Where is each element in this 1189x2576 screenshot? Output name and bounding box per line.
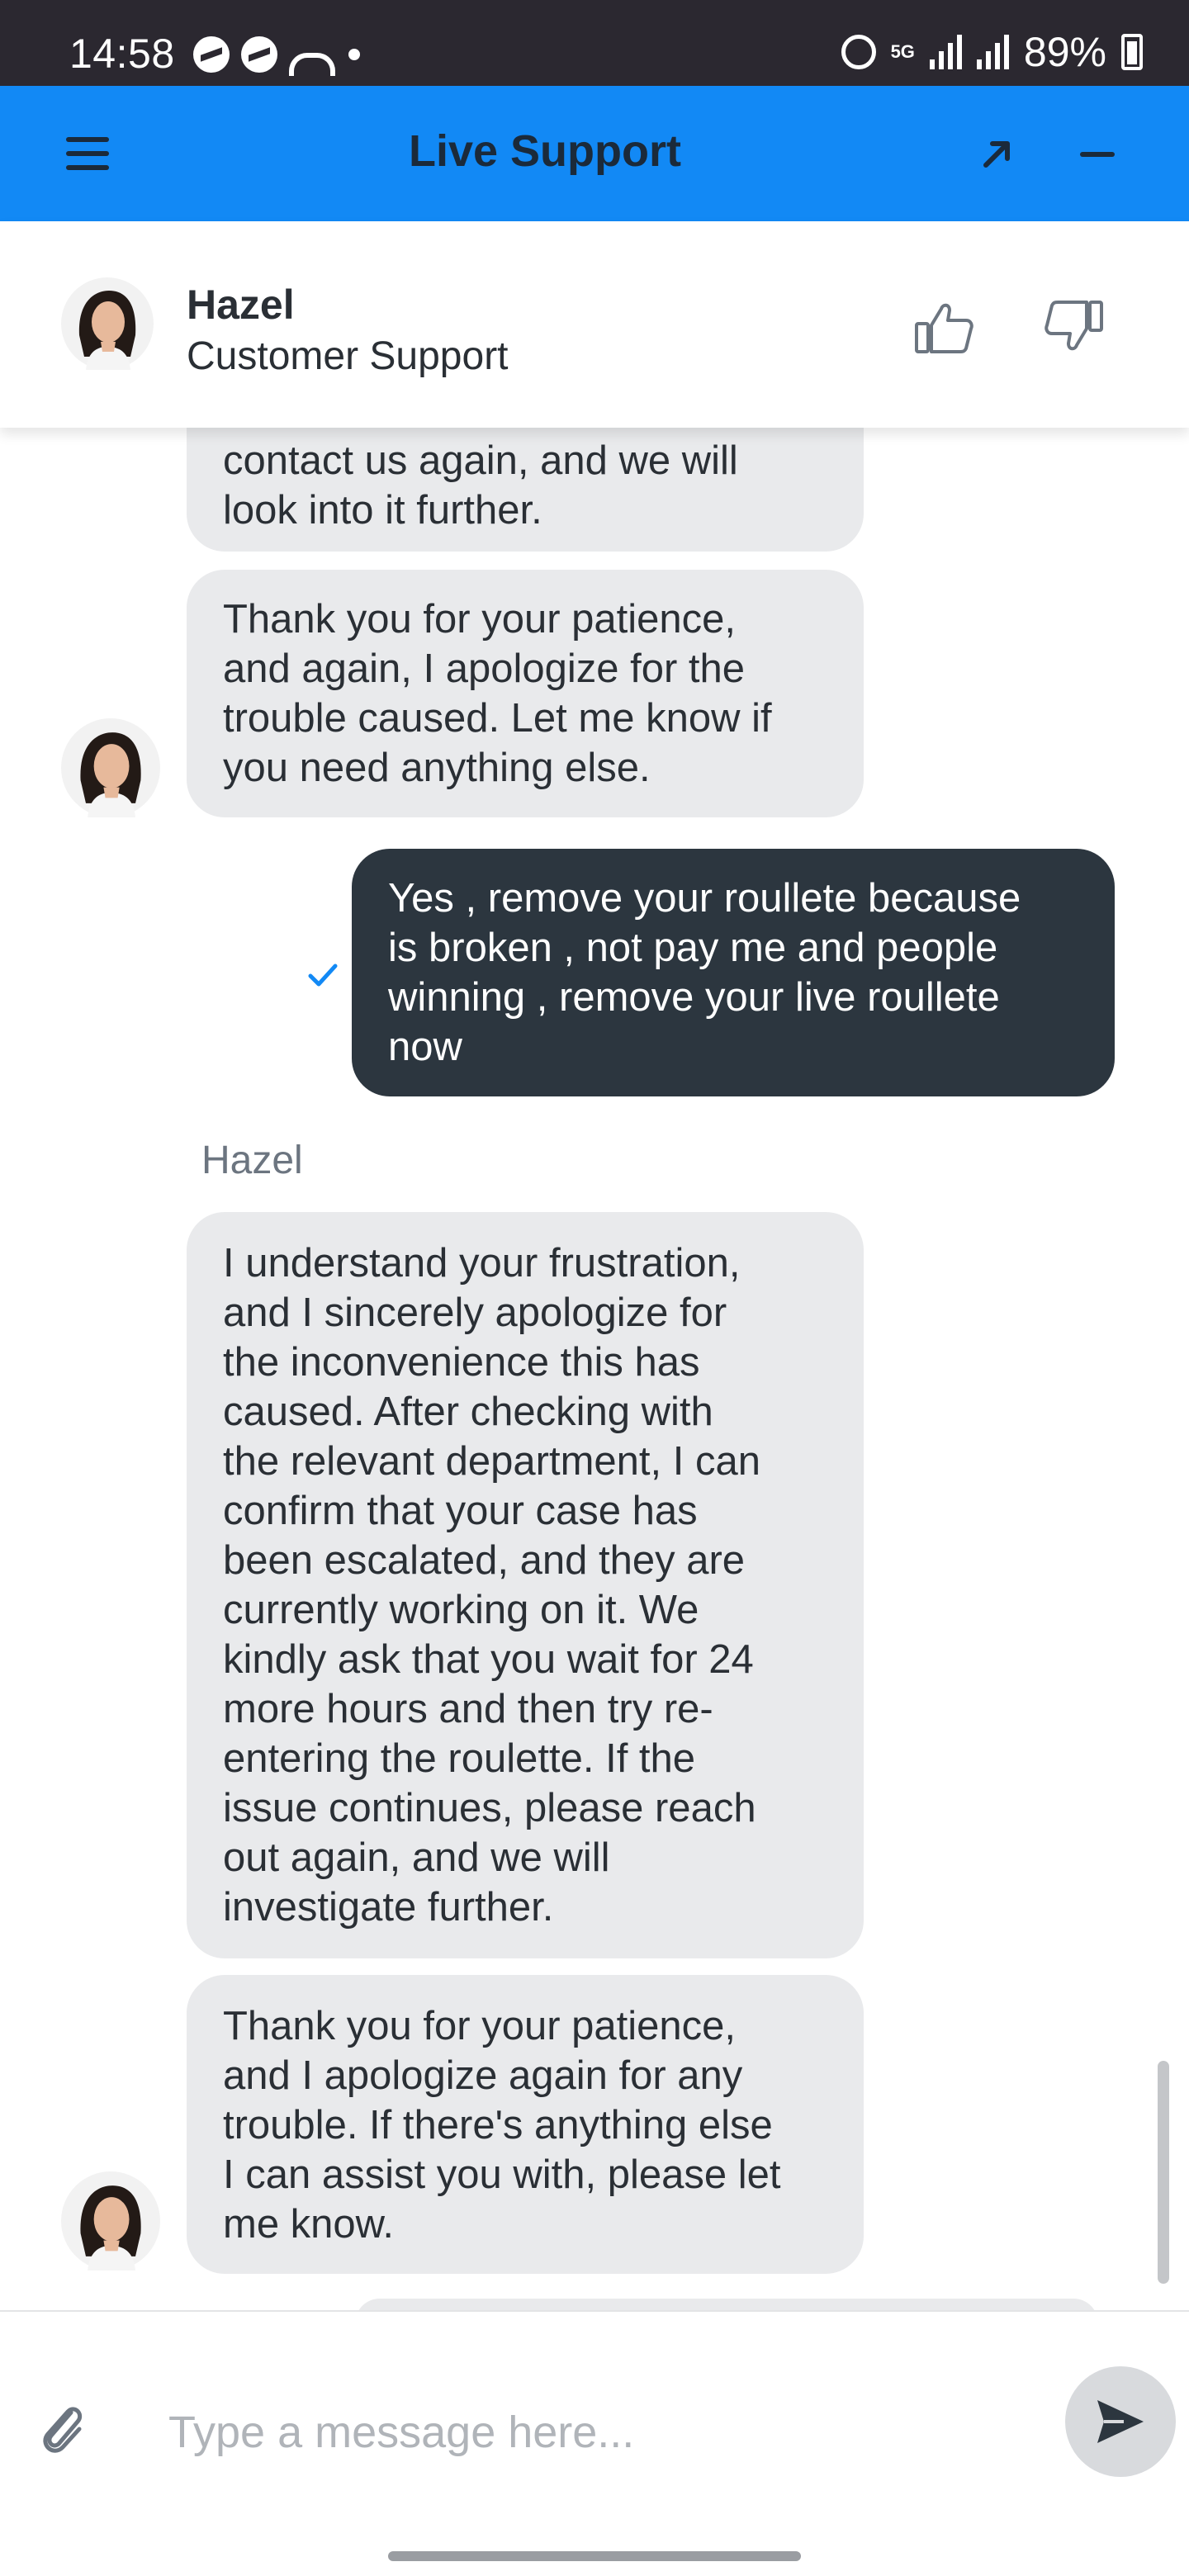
network-type: 5G	[890, 41, 915, 62]
thumb-up-icon[interactable]	[913, 296, 976, 358]
message-text: Thank you for your patience, and again, …	[223, 597, 772, 790]
chat-messages: contact us again, and we will look into …	[0, 428, 1189, 2310]
message-bubble-user: Yes , remove your roullete because is br…	[352, 849, 1115, 1096]
thumb-down-icon[interactable]	[1042, 296, 1105, 358]
send-button[interactable]	[1065, 2366, 1176, 2477]
messenger-icon	[241, 36, 277, 73]
status-bar: 14:58 5G 89%	[0, 0, 1189, 86]
message-bubble-partial	[355, 2299, 1098, 2310]
notification-dot-icon	[348, 49, 360, 60]
messenger-icon	[193, 36, 230, 73]
battery-percent: 89%	[1023, 29, 1106, 75]
message-bubble-agent: contact us again, and we will look into …	[187, 428, 864, 552]
agent-name: Hazel	[187, 282, 295, 328]
header-title: Live Support	[408, 126, 681, 176]
battery-icon	[1121, 34, 1143, 70]
home-indicator[interactable]	[388, 2551, 801, 2561]
agent-avatar	[61, 277, 154, 370]
signal-icon	[929, 35, 962, 69]
message-input[interactable]	[168, 2399, 994, 2465]
message-text: Thank you for your patience, and I apolo…	[223, 2004, 781, 2247]
attach-icon[interactable]	[35, 2394, 88, 2457]
agent-avatar	[61, 2171, 160, 2271]
message-composer	[0, 2310, 1189, 2576]
message-text: I understand your frustration, and I sin…	[223, 1241, 760, 1930]
agent-info-bar: Hazel Customer Support	[0, 221, 1189, 428]
message-bubble-agent: Thank you for your patience, and I apolo…	[187, 1975, 864, 2274]
alarm-icon	[841, 35, 876, 69]
signal-icon	[976, 35, 1009, 69]
send-icon	[1097, 2400, 1144, 2443]
status-system-icons: 5G 89%	[841, 28, 1143, 76]
message-bubble-agent: I understand your frustration, and I sin…	[187, 1212, 864, 1958]
message-text: contact us again, and we will look into …	[223, 438, 738, 533]
sender-label: Hazel	[201, 1139, 303, 1182]
read-check-icon	[308, 964, 338, 987]
status-time: 14:58	[69, 31, 175, 77]
message-text: Yes , remove your roullete because is br…	[388, 876, 1021, 1069]
message-bubble-agent: Thank you for your patience, and again, …	[187, 570, 864, 817]
agent-avatar	[61, 718, 160, 817]
minimize-icon[interactable]	[1080, 152, 1115, 157]
agent-role: Customer Support	[187, 334, 509, 378]
missed-call-icon	[289, 36, 335, 76]
popout-icon[interactable]	[979, 135, 1016, 172]
chat-scrollbar[interactable]	[1158, 2061, 1169, 2284]
app-header: Live Support	[0, 86, 1189, 221]
status-notification-icons	[193, 36, 360, 76]
